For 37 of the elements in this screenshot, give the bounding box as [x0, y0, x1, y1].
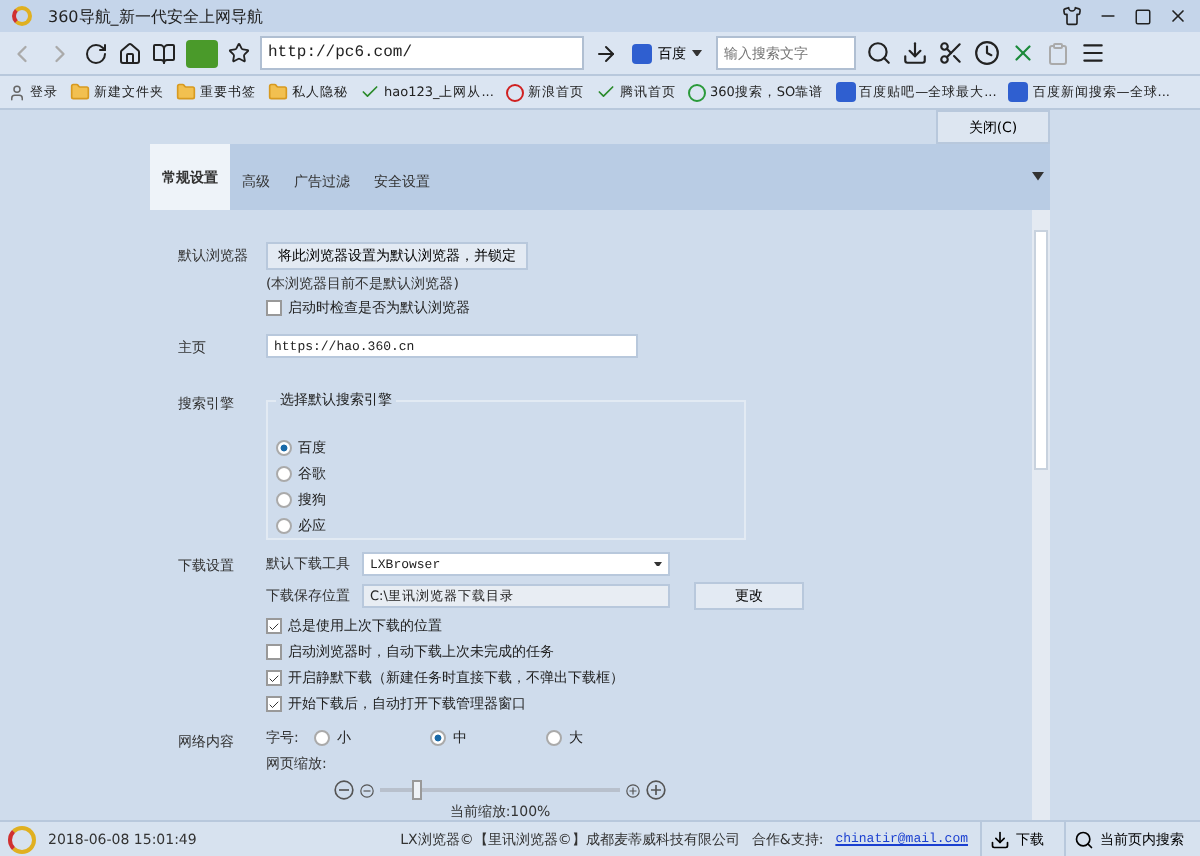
window-title: 360导航_新一代安全上网导航	[48, 5, 265, 27]
check-icon	[268, 619, 280, 633]
download-icon	[990, 829, 1010, 849]
book-icon[interactable]	[152, 41, 176, 65]
maximize-icon[interactable]	[1134, 7, 1152, 25]
caret-icon[interactable]	[692, 49, 702, 57]
user-icon	[8, 83, 26, 101]
caret-icon[interactable]	[1032, 172, 1044, 182]
scissors-icon[interactable]	[938, 40, 964, 66]
clipboard-icon[interactable]	[1046, 41, 1070, 65]
zoom-in-button[interactable]	[646, 780, 666, 800]
minus-icon[interactable]	[360, 783, 374, 797]
star-icon[interactable]	[228, 42, 250, 64]
status-logo-icon	[8, 825, 36, 853]
reload-icon[interactable]	[84, 41, 108, 65]
plus-icon[interactable]	[626, 783, 640, 797]
download-icon[interactable]	[902, 40, 928, 66]
go-icon[interactable]	[594, 41, 618, 65]
search-icon	[1074, 829, 1094, 849]
folder-icon	[70, 82, 90, 102]
folder-icon	[176, 82, 196, 102]
clock-icon[interactable]	[974, 40, 1000, 66]
ring-icon	[687, 83, 706, 101]
address-field[interactable]: http://pc6.com/	[260, 36, 584, 70]
x-icon[interactable]	[1010, 40, 1036, 66]
zoom-out-button[interactable]	[334, 780, 354, 800]
folder-icon	[268, 82, 288, 102]
slider-thumb[interactable]	[412, 780, 422, 800]
check-icon	[360, 82, 380, 102]
close-icon[interactable]	[1168, 6, 1188, 26]
check-icon	[595, 82, 616, 102]
search-icon[interactable]	[866, 40, 892, 66]
caret-icon[interactable]	[654, 561, 662, 567]
home-icon[interactable]	[118, 41, 142, 65]
skin-icon[interactable]	[1062, 6, 1082, 26]
scrollbar[interactable]	[1032, 210, 1050, 820]
menu-icon[interactable]	[1080, 40, 1106, 66]
